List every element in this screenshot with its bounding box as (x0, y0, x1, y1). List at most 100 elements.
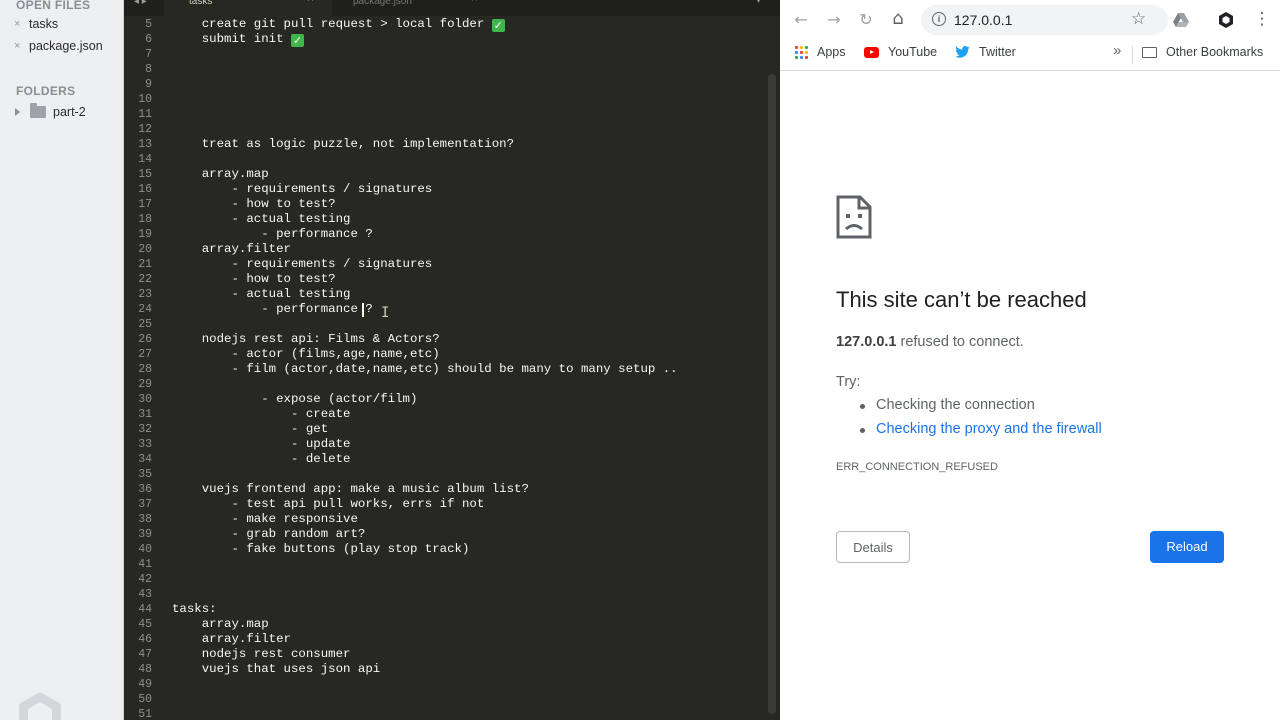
line-number: 23 (138, 288, 152, 301)
code-line[interactable]: - make responsive (172, 512, 357, 527)
disclosure-arrow-icon[interactable] (15, 108, 20, 116)
code-line[interactable]: array.filter (172, 242, 291, 257)
code-line[interactable]: - expose (actor/film) (172, 392, 417, 407)
code-text: tasks: (172, 602, 217, 616)
tab-nav-arrows-icon[interactable]: ◂ ▸ (134, 0, 147, 7)
try-label: Try: (836, 374, 861, 390)
menu-icon[interactable]: ⋮ (1252, 9, 1272, 29)
line-number: 6 (145, 33, 152, 46)
code-line[interactable]: array.map (172, 617, 269, 632)
code-line[interactable]: - test api pull works, errs if not (172, 497, 484, 512)
bookmark-label: Other Bookmarks (1166, 45, 1264, 59)
line-number: 46 (138, 633, 152, 646)
code-line[interactable]: - film (actor,date,name,etc) should be m… (172, 362, 677, 377)
details-button[interactable]: Details (836, 531, 910, 563)
code-line[interactable]: - fake buttons (play stop track) (172, 542, 469, 557)
code-line[interactable]: vuejs that uses json api (172, 662, 380, 677)
code-line[interactable]: - how to test? (172, 272, 335, 287)
suggestion-check-proxy-firewall-link[interactable]: Checking the proxy and the firewall (860, 421, 1102, 437)
tab-label: tasks (189, 0, 213, 7)
line-number: 14 (138, 153, 152, 166)
apps-dot (805, 50, 808, 54)
code-line[interactable]: array.filter (172, 632, 291, 647)
line-number: 34 (138, 453, 152, 466)
line-number: 51 (138, 708, 152, 720)
code-line[interactable]: - delete (172, 452, 351, 467)
folder-label: part-2 (53, 105, 86, 119)
code-line[interactable]: - actual testing (172, 287, 350, 302)
home-icon[interactable]: ⌂ (888, 8, 908, 29)
open-file-tasks[interactable]: × tasks (14, 17, 58, 31)
code-line[interactable]: treat as logic puzzle, not implementatio… (172, 137, 514, 152)
line-number: 9 (145, 78, 152, 91)
apps-dot (800, 50, 803, 54)
code-line[interactable]: - get (172, 422, 328, 437)
youtube-icon (864, 46, 879, 58)
code-line[interactable]: array.map (172, 167, 269, 182)
code-line[interactable]: - requirements / signatures (172, 182, 432, 197)
code-line[interactable]: - requirements / signatures (172, 257, 432, 272)
code-line[interactable]: create git pull request > local folder ✓ (172, 17, 505, 32)
code-text: - how to test? (172, 197, 336, 211)
forward-icon[interactable]: → (824, 10, 844, 29)
code-line[interactable]: tasks: (172, 602, 217, 617)
code-line[interactable]: - performance ? (172, 302, 373, 317)
tab-tasks[interactable]: tasks × (164, 0, 332, 16)
folder-part-2[interactable]: part-2 (15, 103, 86, 119)
bookmark-twitter[interactable]: Twitter (955, 45, 1016, 59)
close-icon[interactable]: × (14, 18, 29, 30)
line-number: 38 (138, 513, 152, 526)
checkmark-emoji-icon: ✓ (491, 19, 505, 32)
code-line[interactable]: - update (172, 437, 351, 452)
editor-scrollbar[interactable] (768, 74, 776, 714)
line-number: 45 (138, 618, 152, 631)
code-line[interactable]: - grab random art? (172, 527, 365, 542)
line-number: 50 (138, 693, 152, 706)
line-number: 43 (138, 588, 152, 601)
bookmark-label: YouTube (888, 45, 938, 59)
info-icon[interactable]: i (932, 12, 946, 26)
google-drive-icon[interactable] (1172, 12, 1190, 28)
star-icon[interactable]: ☆ (1131, 9, 1146, 29)
line-number: 17 (138, 198, 152, 211)
close-icon[interactable]: × (14, 40, 29, 52)
code-line[interactable]: nodejs rest consumer (172, 647, 351, 662)
bookmarks-overflow-icon[interactable]: » (1113, 42, 1121, 59)
back-icon[interactable]: ← (791, 10, 811, 29)
line-number: 15 (138, 168, 152, 181)
tab-package-json[interactable]: package.json × (336, 0, 516, 16)
open-file-package-json[interactable]: × package.json (14, 39, 103, 53)
code-line[interactable]: submit init ✓ (172, 32, 304, 47)
code-line[interactable]: - actor (films,age,name,etc) (172, 347, 440, 362)
bookmark-apps[interactable]: Apps (795, 45, 846, 59)
url-text[interactable]: 127.0.0.1 (954, 12, 1012, 28)
code-line[interactable]: nodejs rest api: Films & Actors? (172, 332, 440, 347)
folders-header: FOLDERS (16, 84, 76, 98)
code-text: - requirements / signatures (172, 257, 433, 271)
line-number: 11 (138, 108, 152, 121)
code-text: - actor (films,age,name,etc) (172, 347, 440, 361)
bookmark-youtube[interactable]: YouTube (864, 45, 937, 59)
open-file-label: tasks (29, 17, 59, 31)
code-text: - get (172, 422, 329, 436)
sidebar: OPEN FILES × tasks × package.json FOLDER… (0, 0, 124, 720)
line-number: 29 (138, 378, 152, 391)
line-number: 42 (138, 573, 152, 586)
code-line[interactable]: - how to test? (172, 197, 336, 212)
reload-icon[interactable]: ↻ (856, 10, 876, 29)
tab-dropdown-icon[interactable]: ▾ (756, 0, 761, 6)
bookmark-other-bookmarks[interactable]: Other Bookmarks (1142, 45, 1263, 59)
code-line[interactable]: vuejs frontend app: make a music album l… (172, 482, 529, 497)
extension-hexagon-icon[interactable] (1217, 11, 1235, 29)
code-text: - create (172, 407, 351, 421)
bookmark-label: Twitter (979, 45, 1016, 59)
code-editor[interactable]: ◂ ▸ tasks × package.json × ▾ 5 create gi… (124, 0, 780, 720)
code-line[interactable]: - create (172, 407, 351, 422)
line-number: 35 (138, 468, 152, 481)
chrome-window: ← → ↻ ⌂ i 127.0.0.1 ☆ ⋮ Apps YouTube Twi… (780, 0, 1280, 720)
reload-button[interactable]: Reload (1150, 531, 1224, 563)
code-line[interactable]: - performance ? (172, 227, 373, 242)
address-bar[interactable]: i 127.0.0.1 ☆ (921, 5, 1168, 35)
apps-dot (795, 45, 798, 49)
code-line[interactable]: - actual testing (172, 212, 350, 227)
